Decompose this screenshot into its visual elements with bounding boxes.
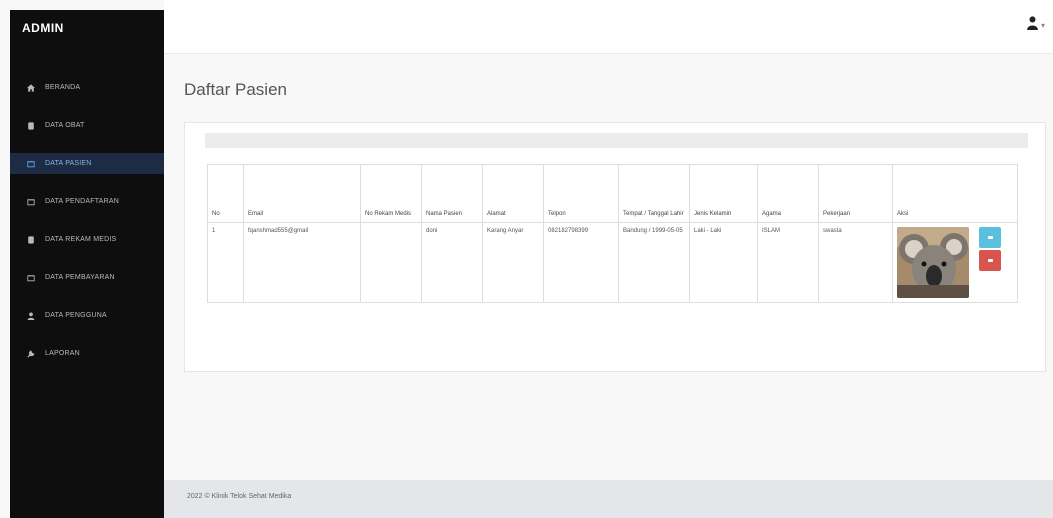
edit-icon xyxy=(987,236,993,239)
main-content: Daftar Pasien No Email No Rekam Medis Na… xyxy=(164,54,1053,480)
sidebar-item-laporan[interactable]: LAPORAN xyxy=(10,343,164,364)
sidebar-nav: BERANDA DATA OBAT DATA PASIEN DATA PENDA… xyxy=(10,77,164,364)
sidebar-item-label: DATA OBAT xyxy=(45,122,85,129)
column-header: Aksi xyxy=(892,164,1018,223)
cell-agama: ISLAM xyxy=(757,222,819,303)
cell-alamat: Karang Anyar xyxy=(482,222,544,303)
edit-button[interactable] xyxy=(979,227,1001,248)
footer: 2022 © Klinik Telok Sehat Medika xyxy=(164,480,1053,518)
patient-panel: No Email No Rekam Medis Nama Pasien Alam… xyxy=(184,122,1046,372)
cell-no: 1 xyxy=(207,222,244,303)
table-header-row: No Email No Rekam Medis Nama Pasien Alam… xyxy=(207,164,1018,223)
column-header: No Rekam Medis xyxy=(360,164,422,223)
cell-telpon: 082182798399 xyxy=(543,222,619,303)
sidebar-item-data-pengguna[interactable]: DATA PENGGUNA xyxy=(10,305,164,326)
sidebar-item-beranda[interactable]: BERANDA xyxy=(10,77,164,98)
patient-photo xyxy=(897,227,969,298)
top-navbar: ▾ xyxy=(164,0,1053,54)
sidebar-item-data-rekam-medis[interactable]: DATA REKAM MEDIS xyxy=(10,229,164,250)
cell-ttl: Bandung / 1999-05-05 xyxy=(618,222,690,303)
sidebar-item-label: DATA PENDAFTARAN xyxy=(45,198,119,205)
page-title: Daftar Pasien xyxy=(184,80,287,99)
column-header: Tempat / Tanggal Lahir xyxy=(618,164,690,223)
sidebar-item-data-obat[interactable]: DATA OBAT xyxy=(10,115,164,136)
patient-table: No Email No Rekam Medis Nama Pasien Alam… xyxy=(207,164,1018,303)
home-icon xyxy=(25,83,37,92)
column-header: Nama Pasien xyxy=(421,164,483,223)
chevron-down-icon: ▾ xyxy=(1040,21,1045,30)
cell-email: fqanshmad555@gmail xyxy=(243,222,361,303)
footer-copyright: 2022 © Klinik Telok Sehat Medika xyxy=(187,493,292,500)
cell-nama-pasien: doni xyxy=(421,222,483,303)
cell-pekerjaan: swasta xyxy=(818,222,893,303)
trash-icon xyxy=(987,259,993,262)
pill-icon xyxy=(25,121,37,130)
column-header: Pekerjaan xyxy=(818,164,893,223)
column-header: No xyxy=(207,164,244,223)
folder-icon xyxy=(25,160,37,168)
column-header: Alamat xyxy=(482,164,544,223)
row-actions xyxy=(979,227,1001,298)
cell-jenis-kelamin: Laki - Laki xyxy=(689,222,758,303)
pill-icon xyxy=(25,235,37,244)
column-header: Agama xyxy=(757,164,819,223)
user-menu-toggle[interactable]: ▾ xyxy=(1027,16,1045,35)
koala-photo xyxy=(897,227,969,298)
sidebar-item-label: DATA PEMBAYARAN xyxy=(45,274,115,281)
cell-aksi xyxy=(892,222,1018,303)
cell-rekam-medis xyxy=(360,222,422,303)
user-icon xyxy=(1027,16,1038,35)
sidebar-item-data-pasien[interactable]: DATA PASIEN xyxy=(10,153,164,174)
sidebar-item-data-pembayaran[interactable]: DATA PEMBAYARAN xyxy=(10,267,164,288)
sidebar-item-label: LAPORAN xyxy=(45,350,80,357)
sidebar-item-data-pendaftaran[interactable]: DATA PENDAFTARAN xyxy=(10,191,164,212)
folder-icon xyxy=(25,274,37,282)
folder-icon xyxy=(25,198,37,206)
wrench-icon xyxy=(25,349,37,358)
user-icon xyxy=(25,312,37,320)
column-header: Email xyxy=(243,164,361,223)
column-header: Jenis Kelamin xyxy=(689,164,758,223)
sidebar-item-label: BERANDA xyxy=(45,84,81,91)
column-header: Telpon xyxy=(543,164,619,223)
sidebar-item-label: DATA PASIEN xyxy=(45,160,92,167)
brand-title: ADMIN xyxy=(22,21,64,35)
sidebar-item-label: DATA REKAM MEDIS xyxy=(45,236,117,243)
sidebar-item-label: DATA PENGGUNA xyxy=(45,312,107,319)
panel-toolbar xyxy=(205,133,1028,148)
delete-button[interactable] xyxy=(979,250,1001,271)
table-row: 1 fqanshmad555@gmail doni Karang Anyar 0… xyxy=(207,222,1018,303)
sidebar: ADMIN BERANDA DATA OBAT DATA PASIEN DATA… xyxy=(10,10,164,518)
